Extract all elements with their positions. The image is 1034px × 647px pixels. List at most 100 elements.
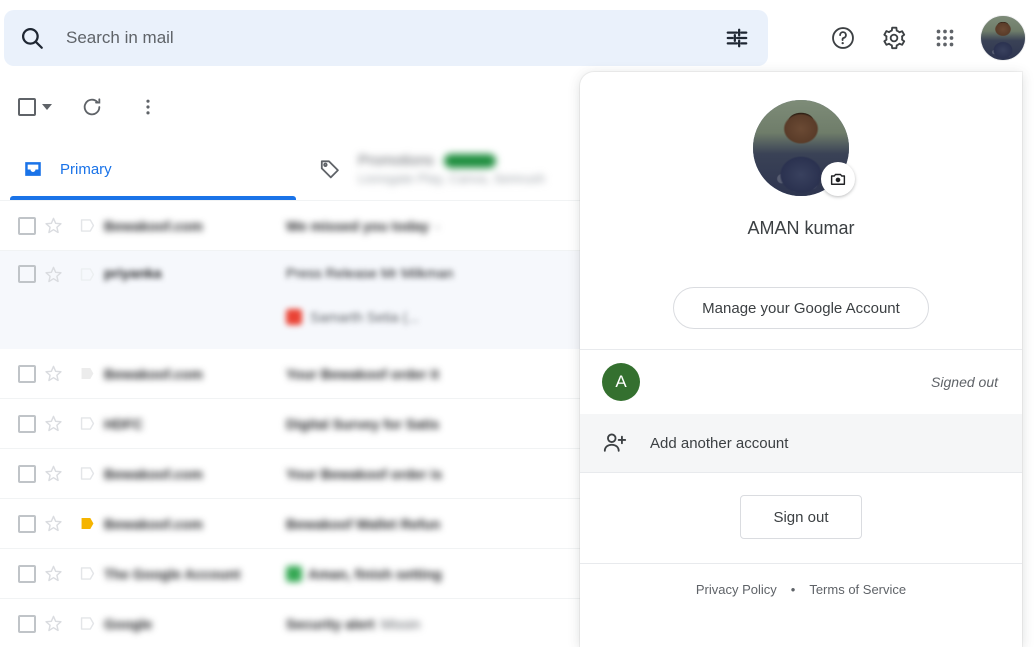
- row-checkbox[interactable]: [18, 414, 36, 433]
- avatar: [980, 15, 1026, 61]
- star-outline-icon[interactable]: [36, 364, 70, 383]
- other-account-name: [662, 365, 931, 381]
- apps-grid-icon[interactable]: [921, 14, 969, 62]
- other-account-row[interactable]: A Signed out: [580, 350, 1022, 414]
- account-avatar-button[interactable]: [978, 13, 1028, 63]
- tab-promotions-subtitle: Lionsgate Play, Canva, Semrush: [358, 172, 546, 186]
- important-marker-icon[interactable]: [70, 364, 104, 383]
- more-vertical-icon[interactable]: [128, 87, 168, 127]
- table-row[interactable]: The Google Account Aman, finish setting: [0, 549, 600, 599]
- status-badge: Signed out: [931, 374, 998, 390]
- important-marker-icon[interactable]: [70, 564, 104, 583]
- sign-out-row: Sign out: [580, 473, 1022, 563]
- tab-primary-label: Primary: [60, 160, 112, 178]
- email-subject: Your Bewakoof order it: [286, 365, 439, 382]
- important-marker-icon[interactable]: [70, 216, 104, 235]
- profile-photo-wrap: [753, 100, 855, 196]
- tag-icon: [320, 160, 339, 179]
- account-header: AMAN kumar Manage your Google Account: [580, 72, 1022, 349]
- email-subject: We missed you today -: [286, 217, 440, 234]
- search-icon[interactable]: [4, 10, 60, 66]
- table-row[interactable]: Bewakoof.com We missed you today -: [0, 201, 600, 251]
- topbar-actions: [819, 10, 1028, 66]
- row-checkbox[interactable]: [18, 614, 36, 633]
- email-list: Bewakoof.com We missed you today - priyan…: [0, 200, 600, 647]
- sender-chip: [286, 565, 302, 582]
- email-sender: Google: [104, 615, 153, 632]
- email-sender: Bewakoof.com: [104, 365, 203, 382]
- camera-icon[interactable]: [821, 162, 855, 196]
- table-row[interactable]: priyanka Press Release Mr Milkman Samart…: [0, 251, 600, 349]
- star-outline-icon[interactable]: [36, 564, 70, 583]
- promotions-badge: [443, 153, 496, 168]
- tab-promotions-content: Promotions Lionsgate Play, Canva, Semrus…: [358, 152, 545, 186]
- help-circle-icon[interactable]: [819, 14, 867, 62]
- refresh-icon[interactable]: [72, 87, 112, 127]
- panel-footer: Privacy Policy • Terms of Service: [580, 564, 1022, 597]
- sender-chip: [286, 309, 302, 325]
- important-marker-icon[interactable]: [70, 514, 104, 533]
- tab-promotions-label: Promotions: [358, 152, 434, 169]
- chevron-down-icon[interactable]: [42, 104, 52, 110]
- email-thread-extra: Samarth Setia (...: [286, 309, 453, 325]
- inbox-icon: [25, 162, 41, 176]
- row-checkbox[interactable]: [18, 265, 36, 283]
- tab-primary[interactable]: Primary: [0, 138, 296, 200]
- row-checkbox[interactable]: [18, 514, 36, 533]
- email-sender: HDFC: [104, 415, 143, 432]
- gmail-app-window: Primary Promotions Lionsgate Play, Canva…: [0, 0, 1034, 647]
- email-subject: Your Bewakoof order is: [286, 465, 443, 482]
- row-checkbox[interactable]: [18, 564, 36, 583]
- gear-icon[interactable]: [870, 14, 918, 62]
- star-outline-icon[interactable]: [36, 464, 70, 483]
- account-email: [799, 249, 803, 265]
- row-checkbox[interactable]: [18, 364, 36, 383]
- manage-google-account-button[interactable]: Manage your Google Account: [673, 287, 929, 329]
- email-sender: Bewakoof.com: [104, 217, 203, 234]
- star-outline-icon[interactable]: [36, 414, 70, 433]
- important-marker-icon[interactable]: [70, 614, 104, 633]
- table-row[interactable]: Bewakoof.com Bewakoof Wallet Refun: [0, 499, 600, 549]
- row-checkbox[interactable]: [18, 216, 36, 235]
- filter-options-icon[interactable]: [710, 11, 764, 65]
- search-bar[interactable]: [4, 10, 768, 66]
- select-all-checkbox[interactable]: [14, 87, 56, 127]
- top-bar: [0, 0, 1034, 76]
- star-outline-icon[interactable]: [36, 265, 70, 284]
- important-marker-icon[interactable]: [70, 464, 104, 483]
- terms-of-service-link[interactable]: Terms of Service: [809, 582, 906, 597]
- sign-out-button[interactable]: Sign out: [740, 495, 862, 539]
- inbox-category-tabs: Primary Promotions Lionsgate Play, Canva…: [0, 138, 600, 200]
- other-account-text: [662, 365, 931, 400]
- table-row[interactable]: HDFC Digital Survey for Satis: [0, 399, 600, 449]
- email-sender: Bewakoof.com: [104, 515, 203, 532]
- other-account-avatar: A: [602, 363, 640, 401]
- person-add-icon: [603, 433, 627, 452]
- email-subject: Press Release Mr Milkman: [286, 265, 454, 281]
- email-subject: Digital Survey for Satis: [286, 415, 440, 432]
- footer-separator: •: [790, 582, 796, 597]
- mail-toolbar: [0, 76, 600, 138]
- tab-promotions[interactable]: Promotions Lionsgate Play, Canva, Semrus…: [296, 138, 592, 200]
- other-account-email: [662, 385, 931, 400]
- email-subject: Security alert Missin: [286, 615, 421, 632]
- email-subject: Bewakoof Wallet Refun: [286, 515, 441, 532]
- search-input[interactable]: [60, 12, 710, 64]
- row-checkbox[interactable]: [18, 464, 36, 483]
- add-another-account-item[interactable]: Add another account: [580, 414, 1022, 472]
- star-outline-icon[interactable]: [36, 514, 70, 533]
- star-outline-icon[interactable]: [36, 216, 70, 235]
- mail-list-area: Primary Promotions Lionsgate Play, Canva…: [0, 76, 600, 647]
- add-another-account-label: Add another account: [650, 434, 789, 452]
- account-name: AMAN kumar: [747, 218, 855, 238]
- email-sender: Bewakoof.com: [104, 465, 203, 482]
- table-row[interactable]: Google Security alert Missin: [0, 599, 600, 647]
- table-row[interactable]: Bewakoof.com Your Bewakoof order is: [0, 449, 600, 499]
- email-sender: The Google Account: [104, 565, 241, 582]
- star-outline-icon[interactable]: [36, 614, 70, 633]
- privacy-policy-link[interactable]: Privacy Policy: [696, 582, 777, 597]
- table-row[interactable]: Bewakoof.com Your Bewakoof order it: [0, 349, 600, 399]
- important-marker-icon[interactable]: [70, 265, 104, 284]
- email-subject: Aman, finish setting: [286, 565, 442, 582]
- important-marker-icon[interactable]: [70, 414, 104, 433]
